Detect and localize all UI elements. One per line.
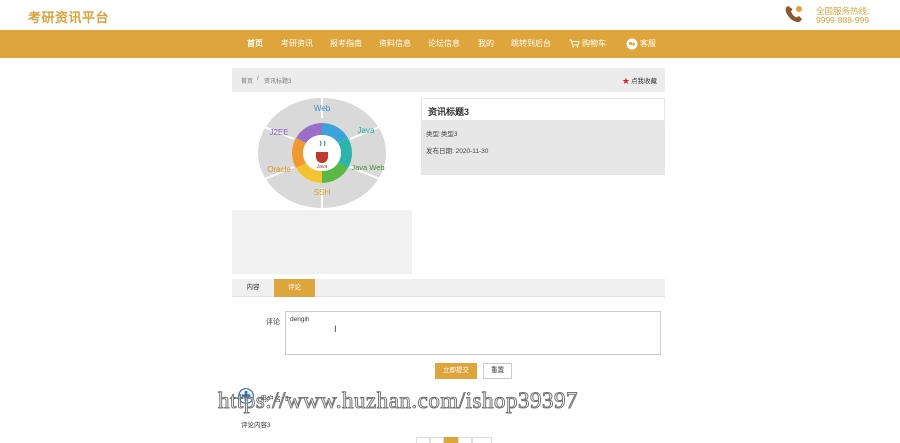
page-button[interactable] [430,437,444,443]
chat-icon [626,38,638,50]
article-title: 资讯标题3 [428,107,470,117]
date-value: 2020-11-30 [455,148,489,155]
breadcrumb-separator: / [257,76,259,82]
diagram-center-label: Java [316,164,328,170]
page-button[interactable] [458,437,472,443]
phone-icon [785,6,802,23]
category-value: 类型3 [440,131,458,138]
page-current-button[interactable] [444,437,458,443]
nav-cart-label: 购物车 [582,39,606,48]
nav-admin[interactable]: 跳转到后台 [511,30,551,58]
hotline-number: 9999-888-999 [816,15,869,25]
date-label: 发布日期: [426,148,454,155]
favorite-label: 点我收藏 [631,78,657,85]
diagram-label-java: Java [358,126,375,135]
comment-label: 评论 [266,319,280,326]
main-nav: 首页 考研资讯 报考指南 资料信息 论坛信息 我的 跳转到后台 购物车 客服 [0,30,900,58]
comment-content: 评论内容3 [241,422,271,429]
star-icon: ★ [621,76,630,86]
page-next-button[interactable] [472,437,492,443]
watermark: https://www.huzhan.com/ishop39397 [218,388,578,414]
reset-button[interactable]: 重置 [483,363,512,379]
diagram-label-web: Web [314,104,331,113]
nav-materials[interactable]: 资料信息 [379,30,411,58]
nav-cart[interactable]: 购物车 [569,30,606,58]
java-course-diagram: Java Web Java Java Web SSH Oracle J2EE [258,98,386,208]
diagram-label-ssh: SSH [314,188,331,197]
nav-service[interactable]: 客服 [626,30,656,58]
nav-forum[interactable]: 论坛信息 [428,30,460,58]
article-image-panel: Java Web Java Java Web SSH Oracle J2EE [232,96,412,274]
comment-input[interactable]: dengih [285,311,661,355]
tab-comments[interactable]: 评论 [274,279,315,297]
service-hotline: 全国服务热线: 9999-888-999 [784,4,894,26]
nav-service-label: 客服 [640,39,656,48]
article-info: 资讯标题3 类型:类型3 发布日期: 2020-11-30 [421,98,665,175]
category-label: 类型: [426,131,441,138]
diagram-label-j2ee: J2EE [269,128,288,137]
site-logo[interactable]: 考研资讯平台 [28,7,109,26]
submit-button[interactable]: 立即提交 [435,363,477,379]
page-prev-button[interactable] [416,437,430,443]
breadcrumb-home[interactable]: 首页 [241,76,253,85]
tab-content[interactable]: 内容 [232,279,274,297]
breadcrumb: 首页 / 资讯标题3 ★点我收藏 [232,68,665,92]
diagram-label-javaweb: Java Web [351,163,384,172]
article-date: 发布日期: 2020-11-30 [426,145,488,155]
main-content: 首页 / 资讯标题3 ★点我收藏 Java Web Java Java Web … [232,68,665,443]
detail-tabs: 内容 评论 [232,279,665,297]
text-cursor-icon: I [334,325,337,335]
cart-icon [569,39,580,48]
nav-news[interactable]: 考研资讯 [281,30,313,58]
nav-guide[interactable]: 报考指南 [330,30,362,58]
page: 考研资讯平台 全国服务热线: 9999-888-999 首页 考研资讯 报考指南… [0,0,900,443]
top-header: 考研资讯平台 全国服务热线: 9999-888-999 [0,0,900,30]
breadcrumb-current: 资讯标题3 [264,79,292,85]
nav-mine[interactable]: 我的 [478,30,494,58]
favorite-button[interactable]: ★点我收藏 [622,75,657,87]
diagram-label-oracle: Oracle [267,165,291,174]
nav-home[interactable]: 首页 [247,30,263,58]
article-category: 类型:类型3 [426,128,457,138]
